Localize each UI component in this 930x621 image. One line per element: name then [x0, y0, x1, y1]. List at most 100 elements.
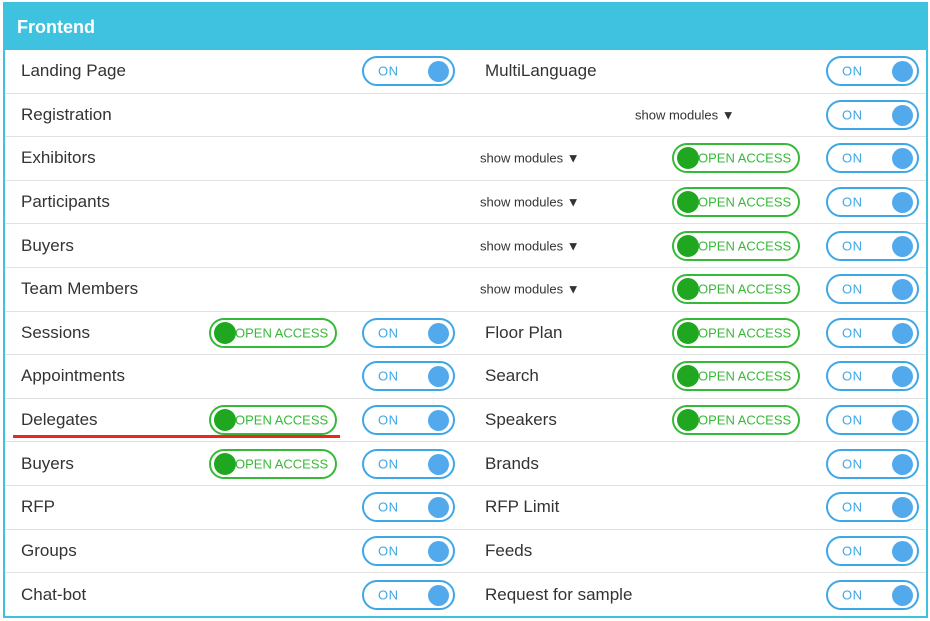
frontend-panel: Frontend Landing Page ON MultiLanguage O… — [3, 2, 928, 618]
show-modules-link[interactable]: show modules ▼ — [480, 282, 580, 297]
on-toggle[interactable]: ON — [362, 405, 455, 436]
settings-row: Team Members show modules ▼ OPEN ACCESS … — [5, 268, 926, 312]
toggle-knob — [428, 366, 449, 388]
toggle-knob — [892, 192, 913, 214]
show-modules-link[interactable]: show modules ▼ — [635, 107, 735, 122]
on-toggle[interactable]: ON — [826, 361, 919, 392]
open-access-toggle[interactable]: OPEN ACCESS — [672, 230, 800, 261]
on-toggle[interactable]: ON — [826, 274, 919, 305]
toggle-knob — [677, 321, 699, 344]
on-toggle[interactable]: ON — [826, 492, 919, 523]
open-access-toggle[interactable]: OPEN ACCESS — [672, 274, 800, 305]
settings-row: Appointments ON Search OPEN ACCESS ON — [5, 355, 926, 399]
row-label: Team Members — [21, 279, 139, 299]
row-label: Floor Plan — [485, 322, 563, 342]
red-annotation-underline — [13, 435, 340, 438]
toggle-knob — [892, 366, 913, 388]
on-toggle[interactable]: ON — [362, 56, 455, 87]
show-modules-link[interactable]: show modules ▼ — [480, 238, 580, 253]
settings-row: RFP ON RFP Limit ON — [5, 486, 926, 530]
row-label: RFP Limit — [485, 497, 560, 517]
toggle-knob — [677, 147, 699, 170]
on-toggle[interactable]: ON — [826, 579, 919, 610]
row-label: Landing Page — [21, 61, 126, 81]
settings-row: Exhibitors show modules ▼ OPEN ACCESS ON — [5, 137, 926, 181]
toggle-knob — [428, 61, 449, 83]
toggle-knob — [214, 452, 236, 475]
row-label: Speakers — [485, 410, 557, 430]
on-toggle[interactable]: ON — [362, 448, 455, 479]
on-toggle[interactable]: ON — [826, 143, 919, 174]
on-toggle[interactable]: ON — [826, 99, 919, 130]
open-access-toggle[interactable]: OPEN ACCESS — [672, 187, 800, 218]
toggle-knob — [428, 497, 449, 519]
toggle-knob — [214, 321, 236, 344]
row-label: Buyers — [21, 235, 74, 255]
toggle-knob — [214, 409, 236, 432]
on-toggle[interactable]: ON — [826, 317, 919, 348]
settings-row: Participants show modules ▼ OPEN ACCESS … — [5, 181, 926, 225]
open-access-toggle[interactable]: OPEN ACCESS — [209, 405, 337, 436]
on-toggle[interactable]: ON — [362, 317, 455, 348]
toggle-knob — [428, 584, 449, 606]
toggle-knob — [892, 410, 913, 432]
row-label: Chat-bot — [21, 584, 87, 604]
on-toggle[interactable]: ON — [826, 448, 919, 479]
toggle-knob — [677, 365, 699, 388]
row-label: Brands — [485, 453, 539, 473]
toggle-knob — [677, 409, 699, 432]
on-toggle[interactable]: ON — [362, 535, 455, 566]
row-label: Request for sample — [485, 584, 633, 604]
toggle-knob — [892, 540, 913, 562]
toggle-knob — [428, 410, 449, 432]
settings-row: Buyers show modules ▼ OPEN ACCESS ON — [5, 224, 926, 268]
row-label: Participants — [21, 192, 110, 212]
on-toggle[interactable]: ON — [826, 56, 919, 87]
row-label: Feeds — [485, 540, 533, 560]
toggle-knob — [677, 278, 699, 301]
show-modules-link[interactable]: show modules ▼ — [480, 151, 580, 166]
toggle-knob — [892, 104, 913, 126]
settings-row: Groups ON Feeds ON — [5, 530, 926, 574]
toggle-knob — [428, 540, 449, 562]
settings-row: Landing Page ON MultiLanguage ON — [5, 50, 926, 94]
on-toggle[interactable]: ON — [826, 405, 919, 436]
toggle-knob — [892, 235, 913, 257]
settings-row: Sessions OPEN ACCESS ON Floor Plan OPEN … — [5, 312, 926, 356]
on-toggle[interactable]: ON — [826, 535, 919, 566]
settings-row: Registration show modules ▼ ON — [5, 94, 926, 138]
toggle-knob — [677, 191, 699, 214]
panel-title: Frontend — [5, 4, 926, 50]
on-toggle[interactable]: ON — [362, 579, 455, 610]
row-label: Appointments — [21, 366, 125, 386]
show-modules-link[interactable]: show modules ▼ — [480, 195, 580, 210]
on-toggle[interactable]: ON — [826, 230, 919, 261]
open-access-toggle[interactable]: OPEN ACCESS — [209, 448, 337, 479]
toggle-knob — [677, 234, 699, 257]
row-label: Buyers — [21, 453, 74, 473]
open-access-toggle[interactable]: OPEN ACCESS — [672, 361, 800, 392]
row-label: Exhibitors — [21, 148, 96, 168]
settings-row: Chat-bot ON Request for sample ON — [5, 573, 926, 617]
row-label: Delegates — [21, 410, 98, 430]
row-label: Sessions — [21, 322, 90, 342]
toggle-knob — [892, 61, 913, 83]
toggle-knob — [892, 497, 913, 519]
toggle-knob — [428, 453, 449, 475]
on-toggle[interactable]: ON — [362, 492, 455, 523]
row-label: Registration — [21, 104, 112, 124]
open-access-toggle[interactable]: OPEN ACCESS — [672, 405, 800, 436]
open-access-toggle[interactable]: OPEN ACCESS — [672, 317, 800, 348]
toggle-knob — [892, 453, 913, 475]
settings-row: Buyers OPEN ACCESS ON Brands ON — [5, 442, 926, 486]
toggle-knob — [892, 322, 913, 344]
on-toggle[interactable]: ON — [362, 361, 455, 392]
open-access-toggle[interactable]: OPEN ACCESS — [672, 143, 800, 174]
toggle-knob — [892, 584, 913, 606]
toggle-knob — [892, 148, 913, 170]
row-label: Search — [485, 366, 539, 386]
toggle-knob — [428, 322, 449, 344]
on-toggle[interactable]: ON — [826, 187, 919, 218]
row-label: RFP — [21, 497, 55, 517]
open-access-toggle[interactable]: OPEN ACCESS — [209, 317, 337, 348]
